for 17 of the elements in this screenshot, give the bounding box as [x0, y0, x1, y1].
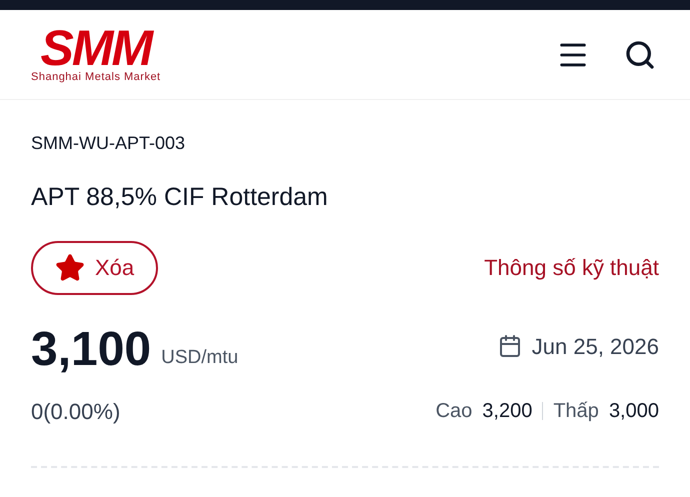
range-label: Thấp — [553, 399, 599, 424]
product-title: APT 88,5% CIF Rotterdam — [31, 182, 329, 213]
favorite-button[interactable]: Xóa — [31, 240, 158, 294]
price-value: 3,100 — [31, 324, 152, 374]
price-change: 0(0.00%) — [31, 398, 120, 426]
calendar-icon — [498, 334, 522, 358]
star-icon — [55, 252, 85, 282]
logo-tagline: Shanghai Metals Market — [31, 70, 161, 84]
range-label: Cao — [436, 399, 472, 424]
product-code: SMM-WU-APT-003 — [31, 132, 186, 155]
specs-link[interactable]: Thông số kỹ thuật — [484, 251, 659, 284]
range-value: 3,200 — [482, 399, 532, 424]
logo[interactable]: SMM — [40, 26, 152, 70]
price-date: Jun 25, 2026 — [532, 332, 659, 360]
range-value: 3,000 — [608, 399, 659, 424]
search-icon[interactable] — [624, 38, 656, 70]
price-unit: USD/mtu — [161, 346, 238, 370]
